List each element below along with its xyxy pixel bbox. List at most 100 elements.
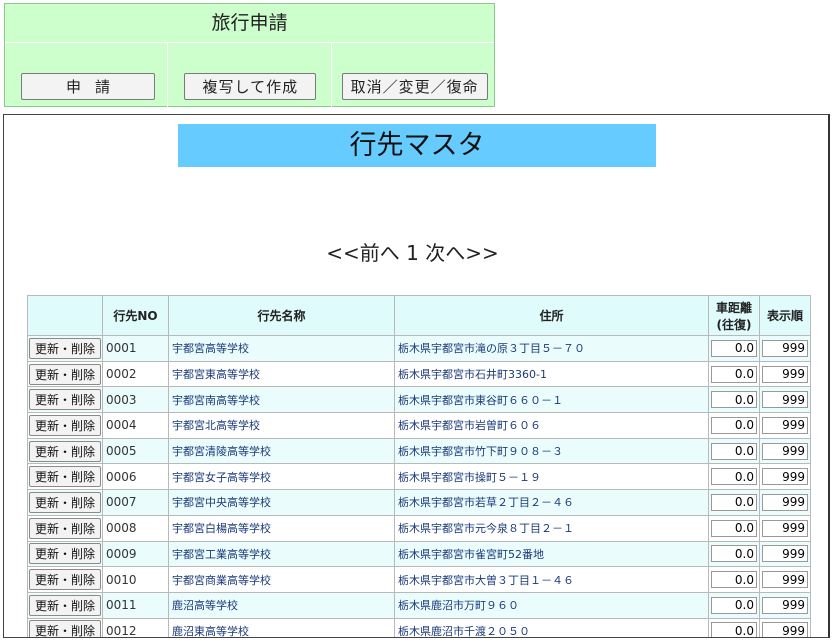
distance-cell	[708, 437, 760, 465]
display-order-cell	[759, 463, 811, 491]
header-display-order: 表示順	[759, 295, 811, 336]
display-order-cell	[759, 540, 811, 568]
display-order-cell	[759, 489, 811, 516]
destination-no-cell: 0006	[102, 463, 169, 491]
address-cell: 栃木県宇都宮市大曽３丁目１－４６	[394, 566, 709, 593]
header-distance: 車距離 (往復)	[708, 295, 760, 336]
display-order-input[interactable]	[762, 493, 808, 511]
request-cell-apply: 申請	[5, 42, 169, 108]
update-delete-button[interactable]: 更新・削除	[29, 517, 101, 539]
distance-input[interactable]	[711, 622, 757, 637]
display-order-input[interactable]	[762, 545, 808, 563]
destination-name-cell: 宇都宮商業高等学校	[168, 566, 395, 593]
update-delete-button[interactable]: 更新・削除	[29, 620, 101, 637]
display-order-input[interactable]	[762, 365, 808, 383]
display-order-cell	[759, 360, 811, 388]
table-row: 更新・削除 0006 宇都宮女子高等学校 栃木県宇都宮市操町５－１９	[27, 463, 811, 491]
display-order-input[interactable]	[762, 519, 808, 537]
update-delete-button[interactable]: 更新・削除	[29, 466, 101, 488]
distance-cell	[708, 463, 760, 491]
display-order-input[interactable]	[762, 571, 808, 589]
display-order-cell	[759, 386, 811, 414]
destination-name-cell: 宇都宮東高等学校	[168, 360, 395, 388]
display-order-input[interactable]	[762, 391, 808, 409]
address-cell: 栃木県鹿沼市万町９６０	[394, 591, 709, 619]
destination-no-cell: 0011	[102, 591, 169, 619]
apply-button[interactable]: 申請	[21, 73, 155, 100]
distance-input[interactable]	[711, 416, 757, 434]
destination-name-cell: 宇都宮清陵高等学校	[168, 437, 395, 465]
distance-input[interactable]	[711, 493, 757, 511]
distance-input[interactable]	[711, 468, 757, 486]
action-cell: 更新・削除	[27, 514, 103, 542]
request-panel: 旅行申請 申請 複写して作成 取消／変更／復命	[4, 3, 495, 108]
destination-table: 行先NO 行先名称 住所 車距離 (往復) 表示順 更新・削除 0001 宇都宮高等学…	[27, 295, 811, 637]
action-cell: 更新・削除	[27, 540, 103, 568]
distance-input[interactable]	[711, 442, 757, 460]
prev-page-link[interactable]: <<前へ	[326, 241, 400, 265]
address-cell: 栃木県宇都宮市元今泉８丁目２－１	[394, 514, 709, 542]
update-delete-button[interactable]: 更新・削除	[29, 363, 101, 385]
distance-input[interactable]	[711, 365, 757, 383]
display-order-input[interactable]	[762, 622, 808, 637]
request-cell-cancel: 取消／変更／復命	[332, 42, 494, 108]
address-cell: 栃木県宇都宮市雀宮町52番地	[394, 540, 709, 568]
destination-no-cell: 0005	[102, 437, 169, 465]
table-row: 更新・削除 0004 宇都宮北高等学校 栃木県宇都宮市岩曽町６０６	[27, 412, 811, 439]
display-order-cell	[759, 335, 811, 362]
display-order-cell	[759, 566, 811, 593]
header-address: 住所	[394, 295, 709, 336]
address-cell: 栃木県宇都宮市岩曽町６０６	[394, 412, 709, 439]
display-order-input[interactable]	[762, 468, 808, 486]
table-row: 更新・削除 0005 宇都宮清陵高等学校 栃木県宇都宮市竹下町９０８－３	[27, 437, 811, 465]
distance-cell	[708, 514, 760, 542]
table-row: 更新・削除 0010 宇都宮商業高等学校 栃木県宇都宮市大曽３丁目１－４６	[27, 566, 811, 593]
distance-input[interactable]	[711, 596, 757, 614]
update-delete-button[interactable]: 更新・削除	[29, 569, 101, 591]
update-delete-button[interactable]: 更新・削除	[29, 337, 101, 359]
request-cell-copy: 複写して作成	[168, 42, 332, 108]
distance-input[interactable]	[711, 339, 757, 357]
distance-input[interactable]	[711, 391, 757, 409]
table-row: 更新・削除 0002 宇都宮東高等学校 栃木県宇都宮市石井町3360-1	[27, 360, 811, 388]
destination-name-cell: 宇都宮北高等学校	[168, 412, 395, 439]
address-cell: 栃木県宇都宮市操町５－１９	[394, 463, 709, 491]
update-delete-button[interactable]: 更新・削除	[29, 389, 101, 411]
header-destination-no: 行先NO	[102, 295, 169, 336]
distance-input[interactable]	[711, 545, 757, 563]
distance-cell	[708, 566, 760, 593]
request-panel-title: 旅行申請	[5, 4, 494, 43]
update-delete-button[interactable]: 更新・削除	[29, 414, 101, 436]
distance-cell	[708, 386, 760, 414]
update-delete-button[interactable]: 更新・削除	[29, 491, 101, 513]
destination-no-cell: 0002	[102, 360, 169, 388]
update-delete-button[interactable]: 更新・削除	[29, 440, 101, 462]
action-cell: 更新・削除	[27, 463, 103, 491]
destination-no-cell: 0004	[102, 412, 169, 439]
display-order-cell	[759, 412, 811, 439]
action-cell: 更新・削除	[27, 617, 103, 637]
pagination: <<前へ 1 次へ>>	[4, 237, 821, 266]
action-cell: 更新・削除	[27, 360, 103, 388]
address-cell: 栃木県宇都宮市東谷町６６０－１	[394, 386, 709, 414]
address-cell: 栃木県鹿沼市千渡２０５０	[394, 617, 709, 637]
action-cell: 更新・削除	[27, 566, 103, 593]
current-page-number: 1	[406, 241, 419, 265]
next-page-link[interactable]: 次へ>>	[425, 241, 499, 265]
display-order-input[interactable]	[762, 596, 808, 614]
update-delete-button[interactable]: 更新・削除	[29, 543, 101, 565]
destination-no-cell: 0008	[102, 514, 169, 542]
action-cell: 更新・削除	[27, 437, 103, 465]
distance-cell	[708, 335, 760, 362]
distance-cell	[708, 360, 760, 388]
copy-create-button[interactable]: 複写して作成	[184, 73, 317, 100]
display-order-input[interactable]	[762, 442, 808, 460]
distance-input[interactable]	[711, 571, 757, 589]
table-row: 更新・削除 0009 宇都宮工業高等学校 栃木県宇都宮市雀宮町52番地	[27, 540, 811, 568]
table-header-row: 行先NO 行先名称 住所 車距離 (往復) 表示順	[27, 295, 811, 336]
display-order-input[interactable]	[762, 416, 808, 434]
distance-input[interactable]	[711, 519, 757, 537]
cancel-change-report-button[interactable]: 取消／変更／復命	[341, 73, 488, 100]
display-order-input[interactable]	[762, 339, 808, 357]
update-delete-button[interactable]: 更新・削除	[29, 594, 101, 616]
